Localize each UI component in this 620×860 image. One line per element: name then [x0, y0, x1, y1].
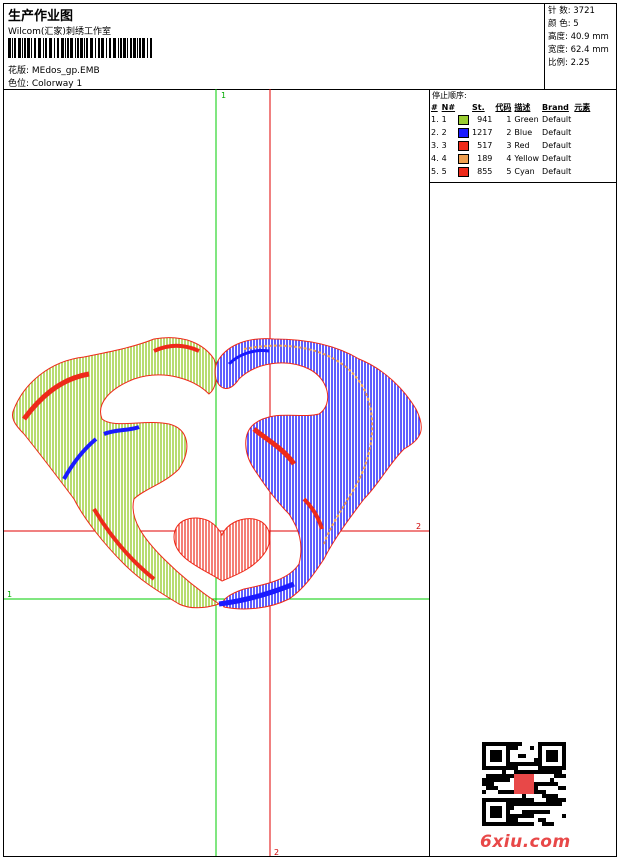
stat-stitches: 针 数: 3721: [548, 6, 595, 16]
page-title: 生产作业图: [8, 9, 74, 24]
col-description: 描述: [514, 102, 531, 112]
row-index: 3.: [431, 141, 439, 150]
row-index: 4.: [431, 154, 439, 163]
table-row: 5. 5 855 5 Cyan Default: [431, 165, 593, 178]
row-code: 2: [506, 128, 512, 137]
stat-width: 宽度: 62.4 mm: [548, 45, 609, 55]
row-element: [574, 126, 593, 139]
guide-label-1-left: 1: [7, 590, 12, 599]
col-needle: N#: [441, 102, 456, 112]
row-needle: 1: [441, 115, 447, 124]
stop-sequence-table: # N# St. 代码 描述 Brand 元素 1. 1 941 1 Green Defa…: [431, 101, 593, 178]
color-swatch-icon: [458, 140, 470, 151]
row-swatch: [458, 126, 472, 139]
row-stitches: 189: [477, 154, 493, 163]
company-name: Wilcom(汇家)刺绣工作室: [8, 27, 111, 37]
color-swatch-icon: [458, 127, 470, 138]
row-stitches: 1217: [472, 128, 493, 137]
production-sheet: 生产作业图 Wilcom(汇家)刺绣工作室 花版: MEdos_gp.EMB 色…: [3, 3, 617, 857]
sheet-header: 生产作业图 Wilcom(汇家)刺绣工作室 花版: MEdos_gp.EMB 色…: [4, 4, 616, 90]
row-code: 5: [506, 167, 512, 176]
row-element: [574, 139, 593, 152]
row-needle: 2: [441, 128, 447, 137]
color-swatch-icon: [458, 166, 470, 177]
watermark-brand: 6xiu.com: [480, 832, 571, 852]
row-swatch: [458, 152, 472, 165]
color-swatch-icon: [458, 153, 470, 164]
side-panel: 停止顺序: # N# St. 代码 描述 Brand 元素 1. 1 941 1 Gre…: [429, 89, 616, 856]
col-element: 元素: [574, 102, 591, 112]
guide-label-2-right: 2: [416, 522, 421, 531]
red-heart: [173, 517, 271, 582]
green-lobe: [11, 337, 221, 609]
guide-label-1-top: 1: [221, 91, 226, 100]
barcode-icon: [8, 38, 152, 58]
row-element: [574, 113, 593, 126]
color-swatch-icon: [458, 114, 470, 125]
row-index: 2.: [431, 128, 439, 137]
table-row: 3. 3 517 3 Red Default: [431, 139, 593, 152]
design-file: 花版: MEdos_gp.EMB: [8, 66, 100, 76]
row-description: Red: [514, 141, 530, 150]
row-description: Yellow: [514, 154, 540, 163]
row-brand: Default: [542, 154, 572, 163]
table-header-row: # N# St. 代码 描述 Brand 元素: [431, 101, 593, 113]
qr-code-icon: [482, 742, 566, 826]
stat-height: 高度: 40.9 mm: [548, 32, 609, 42]
row-code: 4: [506, 154, 512, 163]
row-index: 1.: [431, 115, 439, 124]
row-needle: 4: [441, 154, 447, 163]
row-swatch: [458, 113, 472, 126]
col-stitches: St.: [472, 102, 485, 112]
row-brand: Default: [542, 167, 572, 176]
stat-colors: 颜 色: 5: [548, 19, 579, 29]
embroidery-design: [11, 337, 422, 610]
table-row: 1. 1 941 1 Green Default: [431, 113, 593, 126]
row-code: 1: [506, 115, 512, 124]
row-stitches: 855: [477, 167, 493, 176]
guide-label-2-bottom: 2: [274, 848, 279, 856]
row-stitches: 941: [477, 115, 493, 124]
row-swatch: [458, 139, 472, 152]
col-index: #: [431, 102, 438, 112]
row-description: Green: [514, 115, 539, 124]
col-swatch: [458, 101, 472, 113]
row-brand: Default: [542, 115, 572, 124]
row-element: [574, 165, 593, 178]
col-brand: Brand: [542, 102, 569, 112]
row-element: [574, 152, 593, 165]
row-description: Cyan: [514, 167, 535, 176]
stop-sequence-title: 停止顺序:: [432, 91, 467, 100]
table-row: 4. 4 189 4 Yellow Default: [431, 152, 593, 165]
colorway: 色位: Colorway 1: [8, 79, 83, 89]
stat-scale: 比例: 2.25: [548, 58, 590, 68]
col-code: 代码: [495, 102, 512, 112]
stop-sequence-panel: 停止顺序: # N# St. 代码 描述 Brand 元素 1. 1 941 1 Gre…: [430, 89, 616, 183]
row-brand: Default: [542, 128, 572, 137]
row-needle: 3: [441, 141, 447, 150]
row-code: 3: [506, 141, 512, 150]
row-description: Blue: [514, 128, 533, 137]
row-brand: Default: [542, 141, 572, 150]
design-stats: 针 数: 3721 颜 色: 5 高度: 40.9 mm 宽度: 62.4 mm…: [544, 4, 616, 89]
design-canvas: 1 1 2 2: [4, 89, 429, 856]
row-needle: 5: [441, 167, 447, 176]
row-stitches: 517: [477, 141, 493, 150]
table-row: 2. 2 1217 2 Blue Default: [431, 126, 593, 139]
row-swatch: [458, 165, 472, 178]
row-index: 5.: [431, 167, 439, 176]
